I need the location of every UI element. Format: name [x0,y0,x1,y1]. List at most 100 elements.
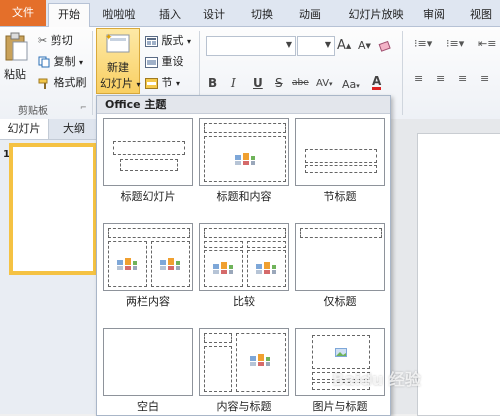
grow-caret-icon: ▲ [345,42,352,50]
tab-slides[interactable]: 幻灯片 [0,119,49,139]
layout-label: 仅标题 [323,295,357,308]
underline-button[interactable]: U [253,76,263,90]
layout-label: 内容与标题 [216,400,272,413]
text-placeholder [305,165,377,173]
layout-label: 图片与标题 [312,400,368,413]
paintbrush-icon [38,78,48,89]
title-placeholder [108,228,190,238]
picture-placeholder [312,335,370,369]
content-placeholder [108,241,147,287]
chevron-down-icon: ▼ [285,40,292,49]
layout-title-and-content[interactable] [199,118,289,186]
layout-content-with-caption[interactable] [199,328,289,396]
tab-insert[interactable]: 插入 [152,4,188,26]
layout-label: 标题幻灯片 [120,190,176,203]
content-icons-icon [117,258,137,270]
reset-icon [145,56,158,68]
font-size-combo[interactable]: ▼ [297,36,335,56]
layout-label: 比较 [233,295,255,308]
title-placeholder [113,141,185,155]
content-icons-icon [213,262,233,274]
layout-label: 版式 [161,34,184,47]
slide-canvas[interactable] [417,133,500,416]
bullets-icon[interactable]: ⁝≡▾ [414,37,432,50]
tab-animations[interactable]: 动画 [292,4,328,26]
reset-button[interactable]: 重设 [145,53,184,71]
content-placeholder [204,250,243,287]
justify-icon[interactable]: ≡ [480,72,489,85]
font-color-button[interactable]: A [372,75,382,90]
eraser-icon [378,40,391,52]
clipboard-launcher-icon[interactable]: ⌐ [80,103,87,112]
text-placeholder [204,241,243,248]
clear-format-button[interactable] [378,37,391,55]
grow-font-glyph: A [337,38,346,53]
shadow-button[interactable]: S [275,76,283,90]
layout-button[interactable]: 版式 ▾ [145,32,191,50]
bold-button[interactable]: B [208,76,217,90]
tab-slideshow[interactable]: 幻灯片放映 [340,4,412,26]
tab-outline[interactable]: 大纲 [56,119,92,139]
content-placeholder [247,250,286,287]
italic-button[interactable]: I [231,76,236,90]
tab-custom[interactable]: 啦啦啦 [96,4,142,26]
layout-section-header[interactable] [295,118,385,186]
content-placeholder [204,136,286,182]
new-slide-arrow: ▾ [136,80,141,89]
section-icon [145,77,158,89]
content-icons-icon [256,262,276,274]
format-painter-button[interactable]: 格式刷 [38,74,87,92]
cut-button[interactable]: ✂ 剪切 [38,32,73,50]
align-right-icon[interactable]: ≡ [458,72,467,85]
layout-label: 两栏内容 [126,295,170,308]
slides-pane: 幻灯片 大纲 1 [0,119,98,414]
tab-design[interactable]: 设计 [196,4,232,26]
layout-title-slide[interactable] [103,118,193,186]
decrease-indent-icon[interactable]: ⇤≡ [478,37,496,50]
title-placeholder [300,228,382,238]
strikethrough-button[interactable]: abe [292,78,309,88]
format-painter-label: 格式刷 [53,76,87,89]
layout-title-only[interactable] [295,223,385,291]
font-name-combo[interactable]: ▼ [206,36,296,56]
grow-font-button[interactable]: A▲ [337,37,351,55]
shrink-caret-icon: ▼ [365,42,371,50]
numbering-icon[interactable]: ⁝≡▾ [446,37,464,50]
paste-label: 粘贴 [4,68,26,81]
align-center-icon[interactable]: ≡ [436,72,445,85]
content-placeholder [151,241,190,287]
content-icons-icon [160,258,180,270]
copy-button[interactable]: 复制 ▾ [38,53,83,71]
ribbon-tab-bar: 文件 开始 啦啦啦 插入 设计 切换 动画 幻灯片放映 审阅 视图 [0,0,500,27]
slide-thumbnail[interactable] [9,143,97,275]
section-button[interactable]: 节 ▾ [145,74,180,92]
copy-arrow[interactable]: ▾ [79,58,83,67]
slide-thumbnail-page [13,147,93,271]
new-slide-button[interactable]: ✦ 新建 幻灯片 ▾ [96,28,141,94]
paste-button[interactable]: 粘贴 [2,30,30,88]
scissors-icon: ✂ [38,34,48,47]
content-icons-icon [235,153,255,165]
title-placeholder [204,228,286,238]
chevron-down-icon: ▾ [356,82,360,90]
group-divider [402,31,403,115]
clipboard-icon [5,32,28,61]
change-case-glyph: Aa [342,78,357,91]
text-placeholder [247,241,286,248]
gallery-header: Office 主题 [97,96,390,114]
layout-blank[interactable] [103,328,193,396]
align-left-icon[interactable]: ≡ [414,72,423,85]
char-spacing-button[interactable]: AV▾ [316,78,333,89]
tab-review[interactable]: 审阅 [418,4,450,26]
layout-icon [145,35,158,47]
shrink-font-button[interactable]: A▼ [358,37,371,55]
change-case-button[interactable]: Aa▾ [342,78,360,91]
layout-comparison[interactable] [199,223,289,291]
tab-transitions[interactable]: 切换 [244,4,280,26]
watermark-logo: Baidu 经验 [332,370,421,389]
tab-file[interactable]: 文件 [0,0,46,26]
char-spacing-glyph: AV [316,78,330,89]
tab-view[interactable]: 视图 [464,4,498,26]
layout-two-content[interactable] [103,223,193,291]
tab-home[interactable]: 开始 [48,3,90,27]
